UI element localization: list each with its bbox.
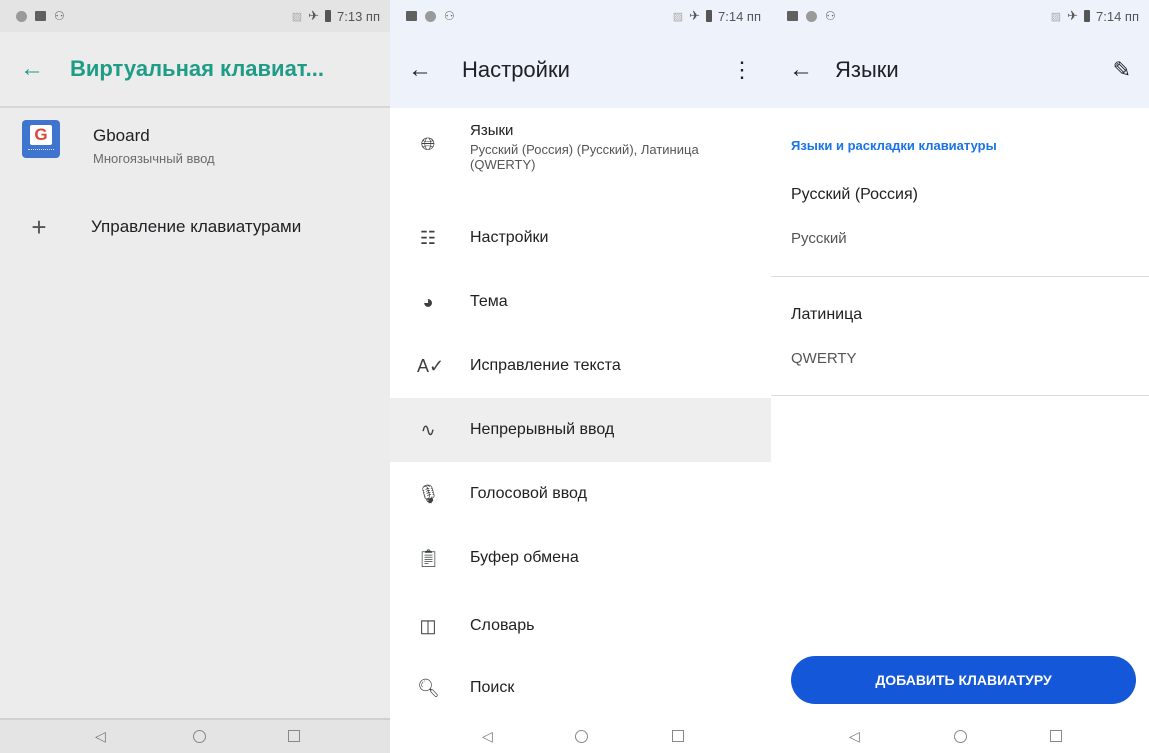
book-icon: ◫: [419, 615, 437, 636]
no-sim-icon: ▨: [291, 10, 303, 23]
spellcheck-icon: A✓: [417, 355, 445, 376]
airplane-mode-icon: ✈: [689, 8, 700, 23]
item-title: Управление клавиатурами: [91, 217, 302, 236]
system-nav-bar: ◁: [771, 720, 1149, 753]
menu-item-clipboard[interactable]: 📋︎ Буфер обмена: [390, 526, 771, 590]
image-notification-icon: [406, 11, 417, 21]
more-vert-icon[interactable]: ⋮: [731, 57, 753, 83]
menu-label: Тема: [470, 293, 508, 310]
menu-item-dictionary[interactable]: ◫ Словарь: [390, 594, 771, 658]
list-item-manage-keyboards[interactable]: + Управление клавиатурами: [0, 212, 390, 242]
status-time: 7:13 пп: [337, 8, 380, 24]
nav-home-icon[interactable]: [954, 730, 967, 743]
menu-item-search[interactable]: 🔍︎ Поиск: [390, 656, 771, 720]
page-title: Настройки: [462, 57, 570, 82]
people-icon: ⚇: [825, 9, 836, 23]
gboard-settings-screen: ⚇ ▨ ✈ 7:14 пп ← Настройки ⋮ 🌐︎ Языки Рус…: [390, 0, 771, 753]
menu-label: Настройки: [470, 229, 549, 246]
section-title: Языки и раскладки клавиатуры: [791, 138, 997, 153]
nav-back-icon[interactable]: ◁: [482, 728, 493, 745]
menu-label: Буфер обмена: [470, 549, 579, 566]
languages-screen: ⚇ ▨ ✈ 7:14 пп ← Языки ✎ Языки и раскладк…: [771, 0, 1149, 753]
menu-label: Исправление текста: [470, 357, 621, 374]
language-layout: QWERTY: [791, 350, 857, 367]
nav-back-icon[interactable]: ◁: [849, 728, 860, 745]
no-sim-icon: ▨: [1050, 10, 1062, 23]
menu-label: Поиск: [470, 679, 515, 696]
mic-icon: 🎙︎: [417, 483, 440, 504]
image-notification-icon: [35, 11, 46, 21]
list-item-gboard[interactable]: G Gboard Многоязычный ввод: [0, 120, 390, 166]
status-time: 7:14 пп: [1096, 8, 1139, 24]
battery-icon: [706, 10, 712, 22]
menu-item-glide-typing[interactable]: ∿ Непрерывный ввод: [390, 398, 771, 462]
nav-recents-icon[interactable]: [672, 730, 684, 742]
status-bar: ⚇ ▨ ✈ 7:13 пп: [0, 0, 390, 32]
page-title: Виртуальная клавиат...: [70, 56, 324, 81]
menu-label: Голосовой ввод: [470, 485, 587, 502]
menu-label: Непрерывный ввод: [470, 421, 615, 438]
gesture-icon: ∿: [420, 419, 436, 440]
notification-dot-icon: [425, 10, 436, 22]
item-subtitle: Русский (Россия) (Русский), Латиница (QW…: [470, 142, 699, 172]
add-keyboard-button[interactable]: ДОБАВИТЬ КЛАВИАТУРУ: [791, 656, 1136, 704]
people-icon: ⚇: [444, 9, 455, 23]
status-bar: ⚇ ▨ ✈ 7:14 пп: [390, 0, 771, 32]
language-name[interactable]: Русский (Россия): [791, 186, 918, 204]
item-subtitle: Многоязычный ввод: [93, 151, 215, 166]
virtual-keyboard-screen: ⚇ ▨ ✈ 7:13 пп ← Виртуальная клавиат... G…: [0, 0, 390, 753]
divider: [771, 395, 1149, 396]
app-bar: ← Языки ✎: [771, 32, 1149, 108]
notification-dot-icon: [16, 10, 27, 22]
divider: [771, 276, 1149, 277]
image-notification-icon: [787, 11, 798, 21]
back-arrow-icon[interactable]: ←: [408, 56, 432, 84]
page-title: Языки: [835, 57, 899, 82]
nav-back-icon[interactable]: ◁: [95, 728, 106, 745]
gboard-icon: G: [22, 120, 60, 158]
search-icon: 🔍︎: [417, 677, 440, 698]
app-bar: ← Настройки ⋮: [390, 32, 771, 108]
status-bar: ⚇ ▨ ✈ 7:14 пп: [771, 0, 1149, 32]
back-arrow-icon[interactable]: ←: [789, 56, 813, 84]
system-nav-bar: ◁: [0, 718, 390, 753]
nav-recents-icon[interactable]: [288, 730, 300, 742]
menu-item-settings[interactable]: ☷ Настройки: [390, 206, 771, 270]
app-bar: ← Виртуальная клавиат...: [0, 32, 390, 108]
menu-item-text-correction[interactable]: A✓ Исправление текста: [390, 334, 771, 398]
battery-icon: [1084, 10, 1090, 22]
tune-icon: ☷: [419, 227, 437, 248]
nav-home-icon[interactable]: [575, 730, 588, 743]
system-nav-bar: ◁: [390, 720, 771, 753]
nav-home-icon[interactable]: [193, 730, 206, 743]
nav-recents-icon[interactable]: [1050, 730, 1062, 742]
airplane-mode-icon: ✈: [1067, 8, 1078, 23]
battery-icon: [325, 10, 331, 22]
status-time: 7:14 пп: [718, 8, 761, 24]
edit-pencil-icon[interactable]: ✎: [1113, 57, 1131, 83]
notification-dot-icon: [806, 10, 817, 22]
no-sim-icon: ▨: [672, 10, 684, 23]
plus-icon: +: [31, 212, 47, 242]
menu-label: Словарь: [470, 617, 535, 634]
item-title: Gboard: [93, 126, 150, 145]
language-name[interactable]: Латиница: [791, 306, 862, 324]
people-icon: ⚇: [54, 9, 65, 23]
airplane-mode-icon: ✈: [308, 8, 319, 23]
globe-icon: 🌐︎: [420, 134, 436, 154]
item-title: Языки: [470, 122, 514, 139]
menu-item-theme[interactable]: ◕ Тема: [390, 270, 771, 334]
menu-item-languages[interactable]: 🌐︎ Языки Русский (Россия) (Русский), Лат…: [390, 112, 771, 192]
screenshots-strip: ⚇ ▨ ✈ 7:13 пп ← Виртуальная клавиат... G…: [0, 0, 1149, 753]
palette-icon: ◕: [422, 291, 434, 312]
menu-item-voice-input[interactable]: 🎙︎ Голосовой ввод: [390, 462, 771, 526]
back-arrow-icon[interactable]: ←: [20, 55, 44, 83]
language-layout: Русский: [791, 230, 847, 247]
clipboard-icon: 📋︎: [417, 547, 440, 568]
